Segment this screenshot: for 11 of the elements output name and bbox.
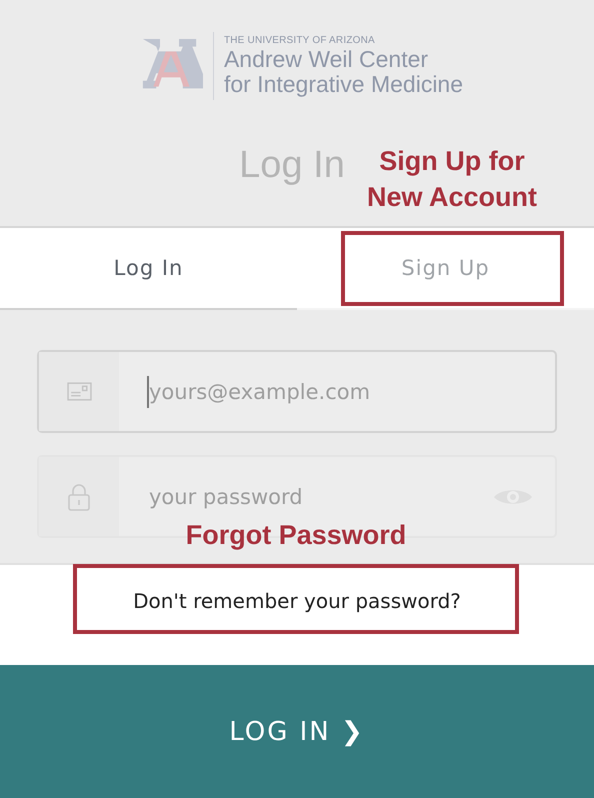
center-name: for Integrative Medicine (224, 72, 464, 97)
envelope-icon (66, 382, 92, 401)
input-field[interactable]: your password (147, 484, 451, 510)
lock-icon (68, 482, 90, 510)
log-in-button[interactable]: LOG IN ❯ (0, 665, 594, 798)
forgot-password-link[interactable]: Don't remember your password? (133, 589, 461, 617)
annotation-label: Forgot Password (184, 519, 408, 552)
center-name: Andrew Weil Center (224, 47, 430, 72)
annotation-label: Sign Up for New Account (366, 145, 538, 214)
input-field[interactable]: yours@example.com (147, 378, 451, 404)
university-name: THE UNIVERSITY OF ARIZONA (224, 35, 376, 47)
